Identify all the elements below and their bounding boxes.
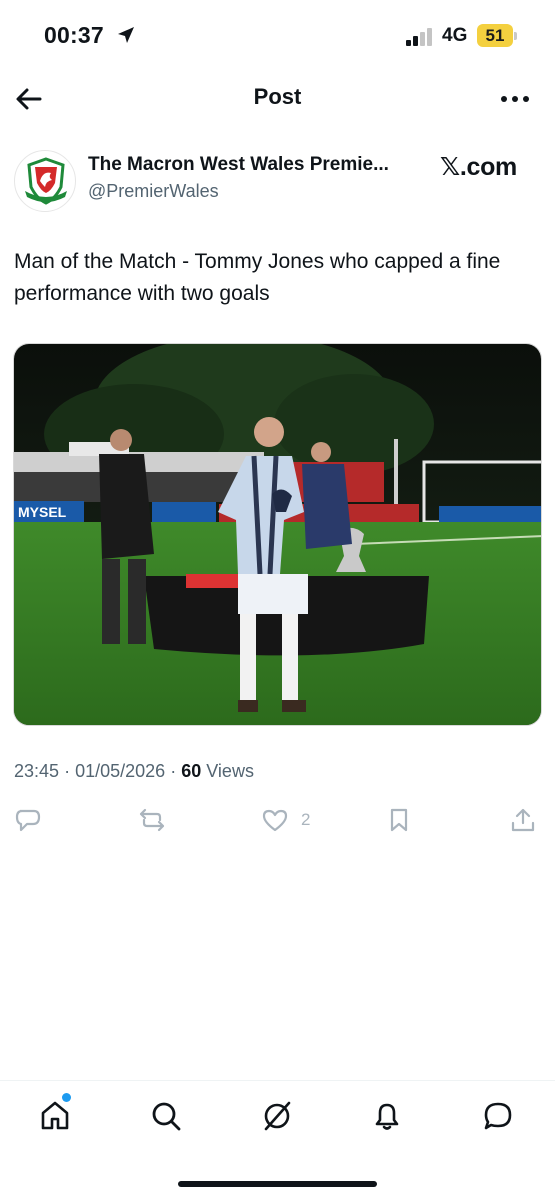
share-icon [511, 808, 535, 832]
x-com-logo: 𝕏.com [440, 153, 517, 181]
author-name[interactable]: The Macron West Wales Premie... [88, 154, 433, 176]
bookmark-icon [390, 808, 408, 832]
nav-grok[interactable] [260, 1099, 294, 1133]
views-count: 60 [181, 761, 202, 781]
like-button[interactable] [261, 806, 289, 834]
club-crest-icon [25, 157, 67, 205]
status-bar: 00:37 4G 51 [0, 0, 555, 70]
top-bar: Post [0, 70, 555, 128]
post-time: 23:45 [14, 761, 60, 781]
meta-separator-2: · [170, 761, 177, 781]
battery-indicator: 51 [477, 24, 517, 48]
nav-notifications[interactable] [370, 1099, 404, 1133]
post-meta: 23:45 · 01/05/2026 · 60 Views [14, 761, 254, 782]
cellular-signal-icon [406, 28, 432, 46]
repost-button[interactable] [138, 806, 166, 834]
post-actions: 2 [0, 800, 555, 840]
notifications-icon [375, 1103, 399, 1130]
nav-messages[interactable] [481, 1099, 515, 1133]
page-title: Post [253, 84, 302, 109]
reply-icon [15, 809, 41, 832]
author-avatar[interactable] [14, 150, 76, 212]
nav-search[interactable] [149, 1099, 183, 1133]
status-time: 00:37 [44, 22, 104, 48]
messages-icon [484, 1102, 512, 1130]
reply-button[interactable] [14, 806, 42, 834]
search-icon [152, 1102, 181, 1131]
home-indicator [178, 1181, 377, 1187]
like-count: 2 [301, 810, 311, 829]
views-label: Views [206, 761, 254, 781]
post-photo[interactable]: MYSEL [13, 343, 542, 726]
battery-level: 51 [477, 24, 513, 47]
meta-separator: · [64, 761, 71, 781]
post-text: Man of the Match - Tommy Jones who cappe… [14, 250, 501, 305]
notification-dot [62, 1093, 71, 1102]
location-arrow-icon [118, 27, 134, 43]
network-type: 4G [442, 25, 468, 46]
bookmark-button[interactable] [385, 806, 413, 834]
heart-icon [262, 809, 288, 832]
home-icon [41, 1101, 69, 1130]
svg-text:MYSEL: MYSEL [18, 504, 67, 520]
author-handle[interactable]: @PremierWales [88, 181, 219, 202]
repost-icon [139, 808, 165, 832]
post-date: 01/05/2026 [75, 761, 166, 781]
post-photo-illustration: MYSEL [14, 344, 541, 725]
more-horizontal-icon[interactable] [498, 84, 532, 114]
nav-home[interactable] [38, 1099, 72, 1133]
grok-icon [264, 1101, 291, 1131]
share-button[interactable] [509, 806, 537, 834]
